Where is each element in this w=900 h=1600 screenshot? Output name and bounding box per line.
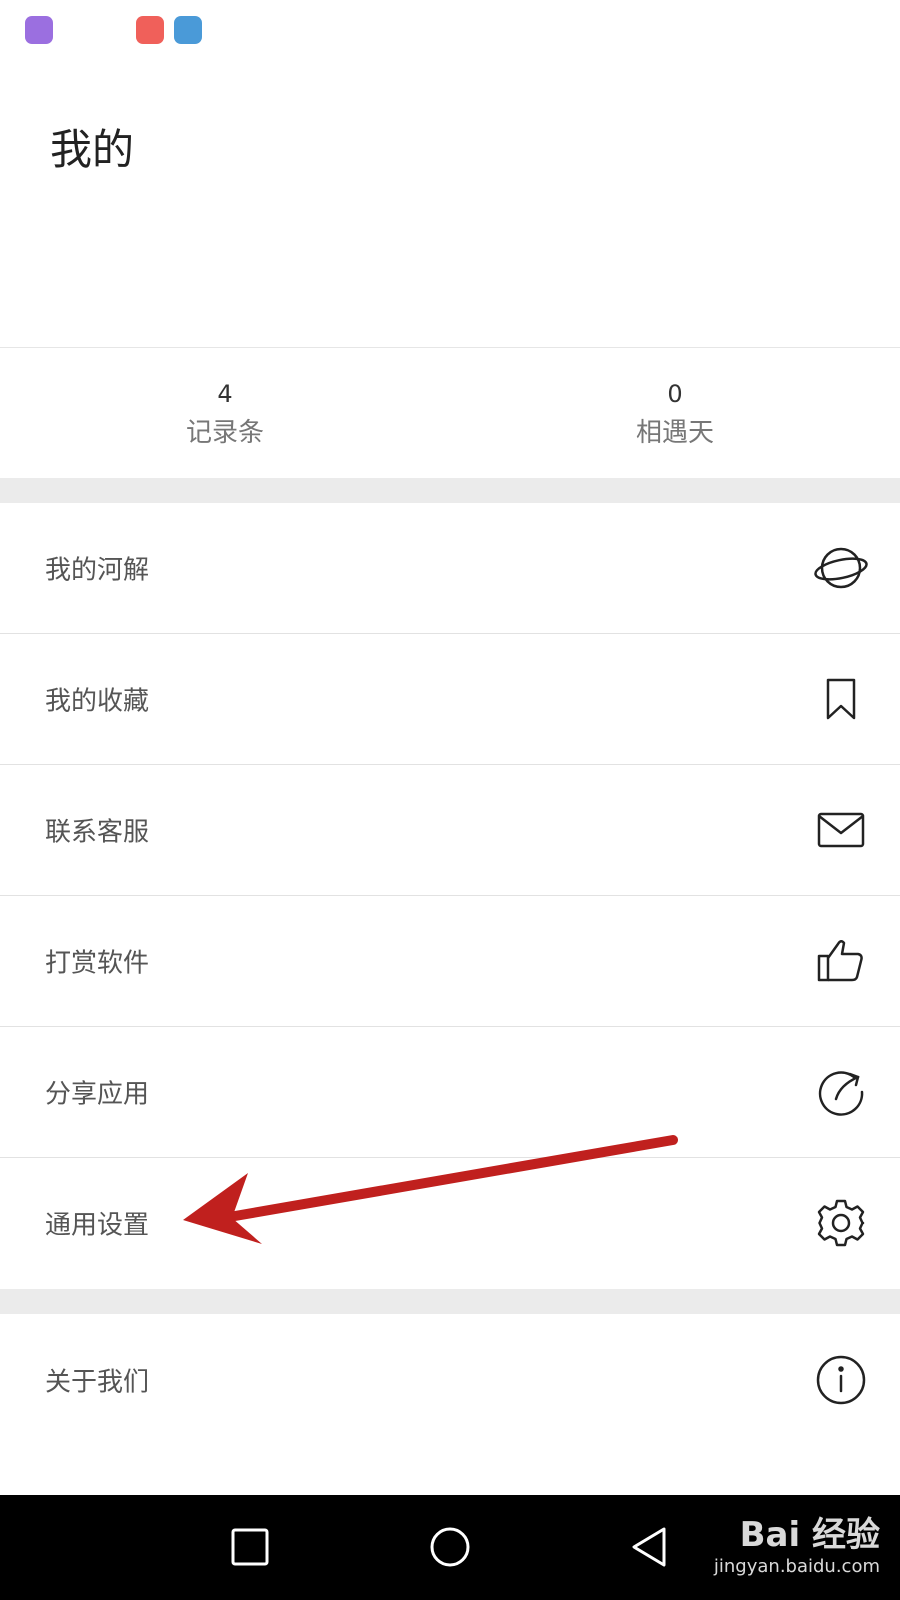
app-icon-red (136, 16, 164, 44)
page-title: 我的 (50, 125, 135, 174)
menu-item-my-river[interactable]: 我的河解 (0, 503, 900, 634)
bookmark-icon (814, 672, 868, 726)
home-icon[interactable] (428, 1525, 472, 1569)
menu-item-favorites[interactable]: 我的收藏 (0, 634, 900, 765)
info-icon (814, 1353, 868, 1407)
stat-records[interactable]: 4 记录条 (75, 380, 375, 449)
menu-item-label: 打赏软件 (45, 948, 150, 979)
nav-bar: Bai 经验 jingyan.baidu.com (0, 1495, 900, 1600)
section-gap (0, 478, 900, 503)
share-icon (814, 1065, 868, 1119)
menu-item-general-settings[interactable]: 通用设置 (0, 1158, 900, 1288)
back-icon[interactable] (628, 1525, 672, 1569)
stat-days[interactable]: 0 相遇天 (525, 380, 825, 449)
stat-records-value: 4 (217, 380, 233, 408)
menu-item-label: 分享应用 (45, 1079, 150, 1110)
menu-item-label: 关于我们 (45, 1367, 150, 1398)
planet-icon (814, 541, 868, 595)
menu-item-label: 我的收藏 (45, 686, 150, 717)
stat-records-label: 记录条 (185, 418, 264, 448)
menu-item-donate[interactable]: 打赏软件 (0, 896, 900, 1027)
stat-days-value: 0 (667, 380, 683, 408)
menu-item-about-us[interactable]: 关于我们 (0, 1314, 900, 1446)
menu-item-label: 我的河解 (45, 555, 150, 586)
watermark: Bai 经验 jingyan.baidu.com (714, 1507, 880, 1577)
watermark-main: Bai 经验 (739, 1515, 880, 1555)
mail-icon (814, 803, 868, 857)
menu-item-label: 通用设置 (45, 1210, 150, 1241)
divider (0, 347, 900, 348)
menu-item-share-app[interactable]: 分享应用 (0, 1027, 900, 1158)
app-icon-purple (25, 16, 53, 44)
menu-item-contact-support[interactable]: 联系客服 (0, 765, 900, 896)
stat-days-label: 相遇天 (635, 418, 714, 448)
recent-apps-icon[interactable] (228, 1525, 272, 1569)
thumbs-up-icon (814, 934, 868, 988)
gear-icon (814, 1196, 868, 1250)
shield-app-icon (174, 16, 202, 44)
menu-item-label: 联系客服 (45, 817, 150, 848)
status-bar (0, 0, 900, 60)
watermark-sub: jingyan.baidu.com (713, 1556, 880, 1577)
section-gap (0, 1289, 900, 1314)
